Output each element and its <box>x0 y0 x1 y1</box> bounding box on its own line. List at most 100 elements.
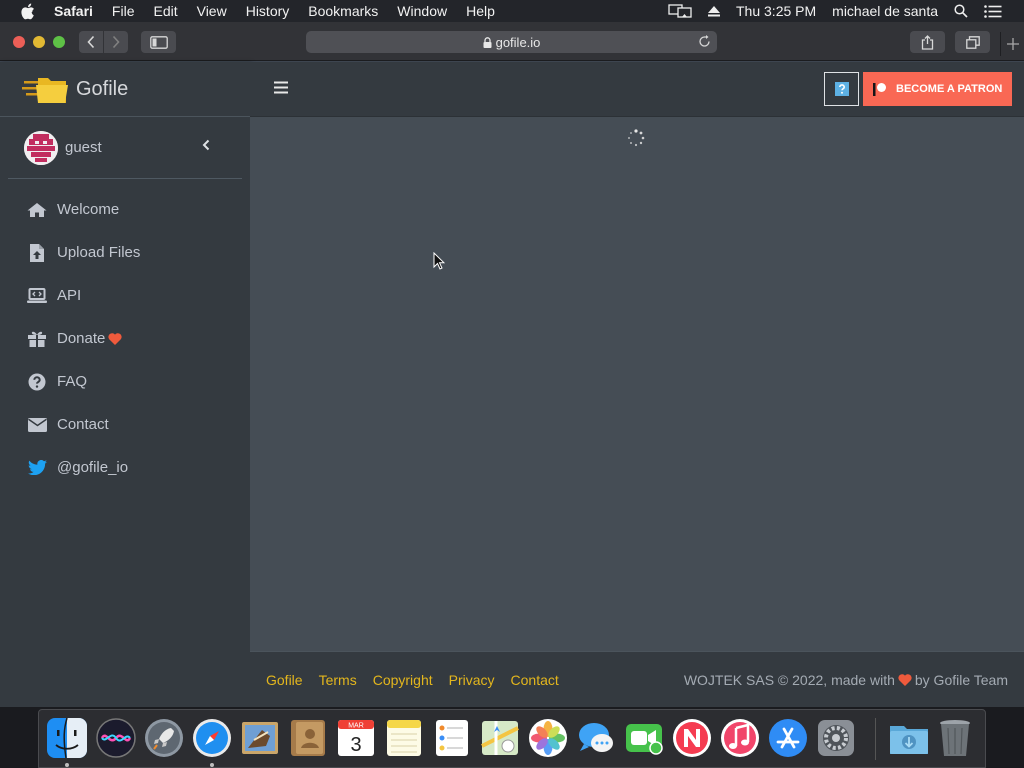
gift-icon <box>27 329 47 349</box>
dock-photos-icon[interactable] <box>528 718 568 758</box>
dock-itunes-icon[interactable] <box>720 718 760 758</box>
dock-notes-icon[interactable] <box>384 718 424 758</box>
dock-app-store-icon[interactable] <box>768 718 808 758</box>
sidebar-item-faq[interactable]: FAQ <box>0 360 250 403</box>
menu-help[interactable]: Help <box>466 3 495 19</box>
macos-menu-bar: Safari File Edit View History Bookmarks … <box>0 0 1024 22</box>
sidebar-item-welcome[interactable]: Welcome <box>0 188 250 231</box>
dock-messages-icon[interactable] <box>576 718 616 758</box>
forward-button[interactable] <box>104 31 128 53</box>
sidebar-item-label: Contact <box>57 416 109 433</box>
back-button[interactable] <box>79 31 103 53</box>
gofile-logo-icon <box>22 72 68 106</box>
window-minimize-button[interactable] <box>33 36 45 48</box>
help-button[interactable] <box>824 72 859 106</box>
url-text: gofile.io <box>495 34 541 50</box>
dock-reminders-icon[interactable] <box>432 718 472 758</box>
sidebar-item-contact[interactable]: Contact <box>0 403 250 446</box>
dock-contacts-icon[interactable] <box>288 718 328 758</box>
running-indicator <box>210 763 214 767</box>
dock-facetime-icon[interactable] <box>624 718 664 758</box>
sidebar-icon <box>149 35 168 49</box>
question-circle-icon <box>27 372 47 392</box>
menu-history[interactable]: History <box>246 3 290 19</box>
brand-link[interactable]: Gofile <box>0 62 250 117</box>
top-navbar: BECOME A PATRON <box>250 62 1024 117</box>
laptop-code-icon <box>27 286 47 306</box>
plus-icon <box>1006 38 1019 50</box>
footer-link-gofile[interactable]: Gofile <box>266 672 303 688</box>
brand-name: Gofile <box>76 77 129 100</box>
dock-calendar-icon[interactable]: MAR 3 <box>336 718 376 758</box>
menubar-user[interactable]: michael de santa <box>832 3 938 19</box>
menu-window[interactable]: Window <box>397 3 447 19</box>
credit-right-text: by Gofile Team <box>914 671 1008 688</box>
credit-left-text: WOJTEK SAS © 2022, made with <box>683 671 895 688</box>
hamburger-menu-icon[interactable] <box>274 81 288 99</box>
show-sidebar-button[interactable] <box>141 31 176 53</box>
dock-news-icon[interactable] <box>672 718 712 758</box>
sidebar-nav: Welcome Upload Files API Donate FAQ Cont… <box>0 179 250 489</box>
loading-spinner-icon <box>627 129 645 152</box>
chevron-left-icon[interactable] <box>202 138 210 156</box>
menu-app-name[interactable]: Safari <box>54 3 93 19</box>
sidebar-item-api[interactable]: API <box>0 274 250 317</box>
show-all-tabs-button[interactable] <box>955 31 990 53</box>
safari-toolbar: gofile.io <box>0 22 1024 61</box>
sidebar-item-donate[interactable]: Donate <box>0 317 250 360</box>
dock-safari-icon[interactable] <box>192 718 232 758</box>
chevron-right-icon <box>112 35 120 49</box>
menu-bookmarks[interactable]: Bookmarks <box>308 3 378 19</box>
tabs-overview-icon <box>965 35 980 49</box>
menubar-clock[interactable]: Thu 3:25 PM <box>736 3 816 19</box>
spotlight-search-icon[interactable] <box>954 4 968 18</box>
dock-separator <box>875 718 876 760</box>
notification-center-icon[interactable] <box>984 4 1002 18</box>
avatar[interactable] <box>24 130 58 165</box>
footer-link-privacy[interactable]: Privacy <box>449 672 495 688</box>
sidebar-item-label: API <box>57 287 82 304</box>
eject-icon[interactable] <box>708 5 720 17</box>
dock-mail-icon[interactable] <box>240 718 280 758</box>
dock: MAR 3 <box>38 709 986 768</box>
apple-menu-icon[interactable] <box>20 3 38 20</box>
lock-icon <box>483 36 492 48</box>
share-button[interactable] <box>910 31 945 53</box>
sidebar-item-label: Welcome <box>57 201 120 218</box>
footer-link-contact[interactable]: Contact <box>511 672 559 688</box>
window-fullscreen-button[interactable] <box>53 36 65 48</box>
footer-link-terms[interactable]: Terms <box>319 672 357 688</box>
footer-credit: WOJTEK SAS © 2022, made with by Gofile T… <box>684 672 1008 688</box>
menu-view[interactable]: View <box>197 3 227 19</box>
envelope-icon <box>27 415 47 435</box>
become-a-patron-button[interactable]: BECOME A PATRON <box>863 72 1012 106</box>
dock-siri-icon[interactable] <box>96 718 136 758</box>
file-upload-icon <box>27 243 47 263</box>
username[interactable]: guest <box>65 139 102 156</box>
dock-maps-icon[interactable] <box>480 718 520 758</box>
menu-file[interactable]: File <box>112 3 135 19</box>
airplay-display-icon[interactable] <box>668 4 692 18</box>
running-indicator <box>65 763 69 767</box>
window-close-button[interactable] <box>13 36 25 48</box>
sidebar-item-label: Upload Files <box>57 244 141 261</box>
mouse-cursor-icon <box>433 251 446 275</box>
footer: Gofile Terms Copyright Privacy Contact W… <box>250 651 1024 707</box>
user-panel: guest <box>8 117 242 179</box>
patreon-icon <box>873 82 887 96</box>
app-sidebar: Gofile guest Welcome Upload Files API Do… <box>0 62 250 707</box>
reload-icon[interactable] <box>698 35 711 51</box>
sidebar-item-upload-files[interactable]: Upload Files <box>0 231 250 274</box>
dock-downloads-folder-icon[interactable] <box>888 718 928 758</box>
sidebar-item-label: @gofile_io <box>57 459 129 476</box>
address-bar[interactable]: gofile.io <box>306 31 717 53</box>
new-tab-button[interactable] <box>1000 32 1024 56</box>
dock-launchpad-icon[interactable] <box>144 718 184 758</box>
dock-finder-icon[interactable] <box>47 717 87 759</box>
menu-edit[interactable]: Edit <box>153 3 177 19</box>
footer-link-copyright[interactable]: Copyright <box>373 672 433 688</box>
sidebar-item-label: FAQ <box>57 373 88 390</box>
dock-trash-icon[interactable] <box>937 718 977 758</box>
dock-system-preferences-icon[interactable] <box>816 718 856 758</box>
sidebar-item-twitter[interactable]: @gofile_io <box>0 446 250 489</box>
